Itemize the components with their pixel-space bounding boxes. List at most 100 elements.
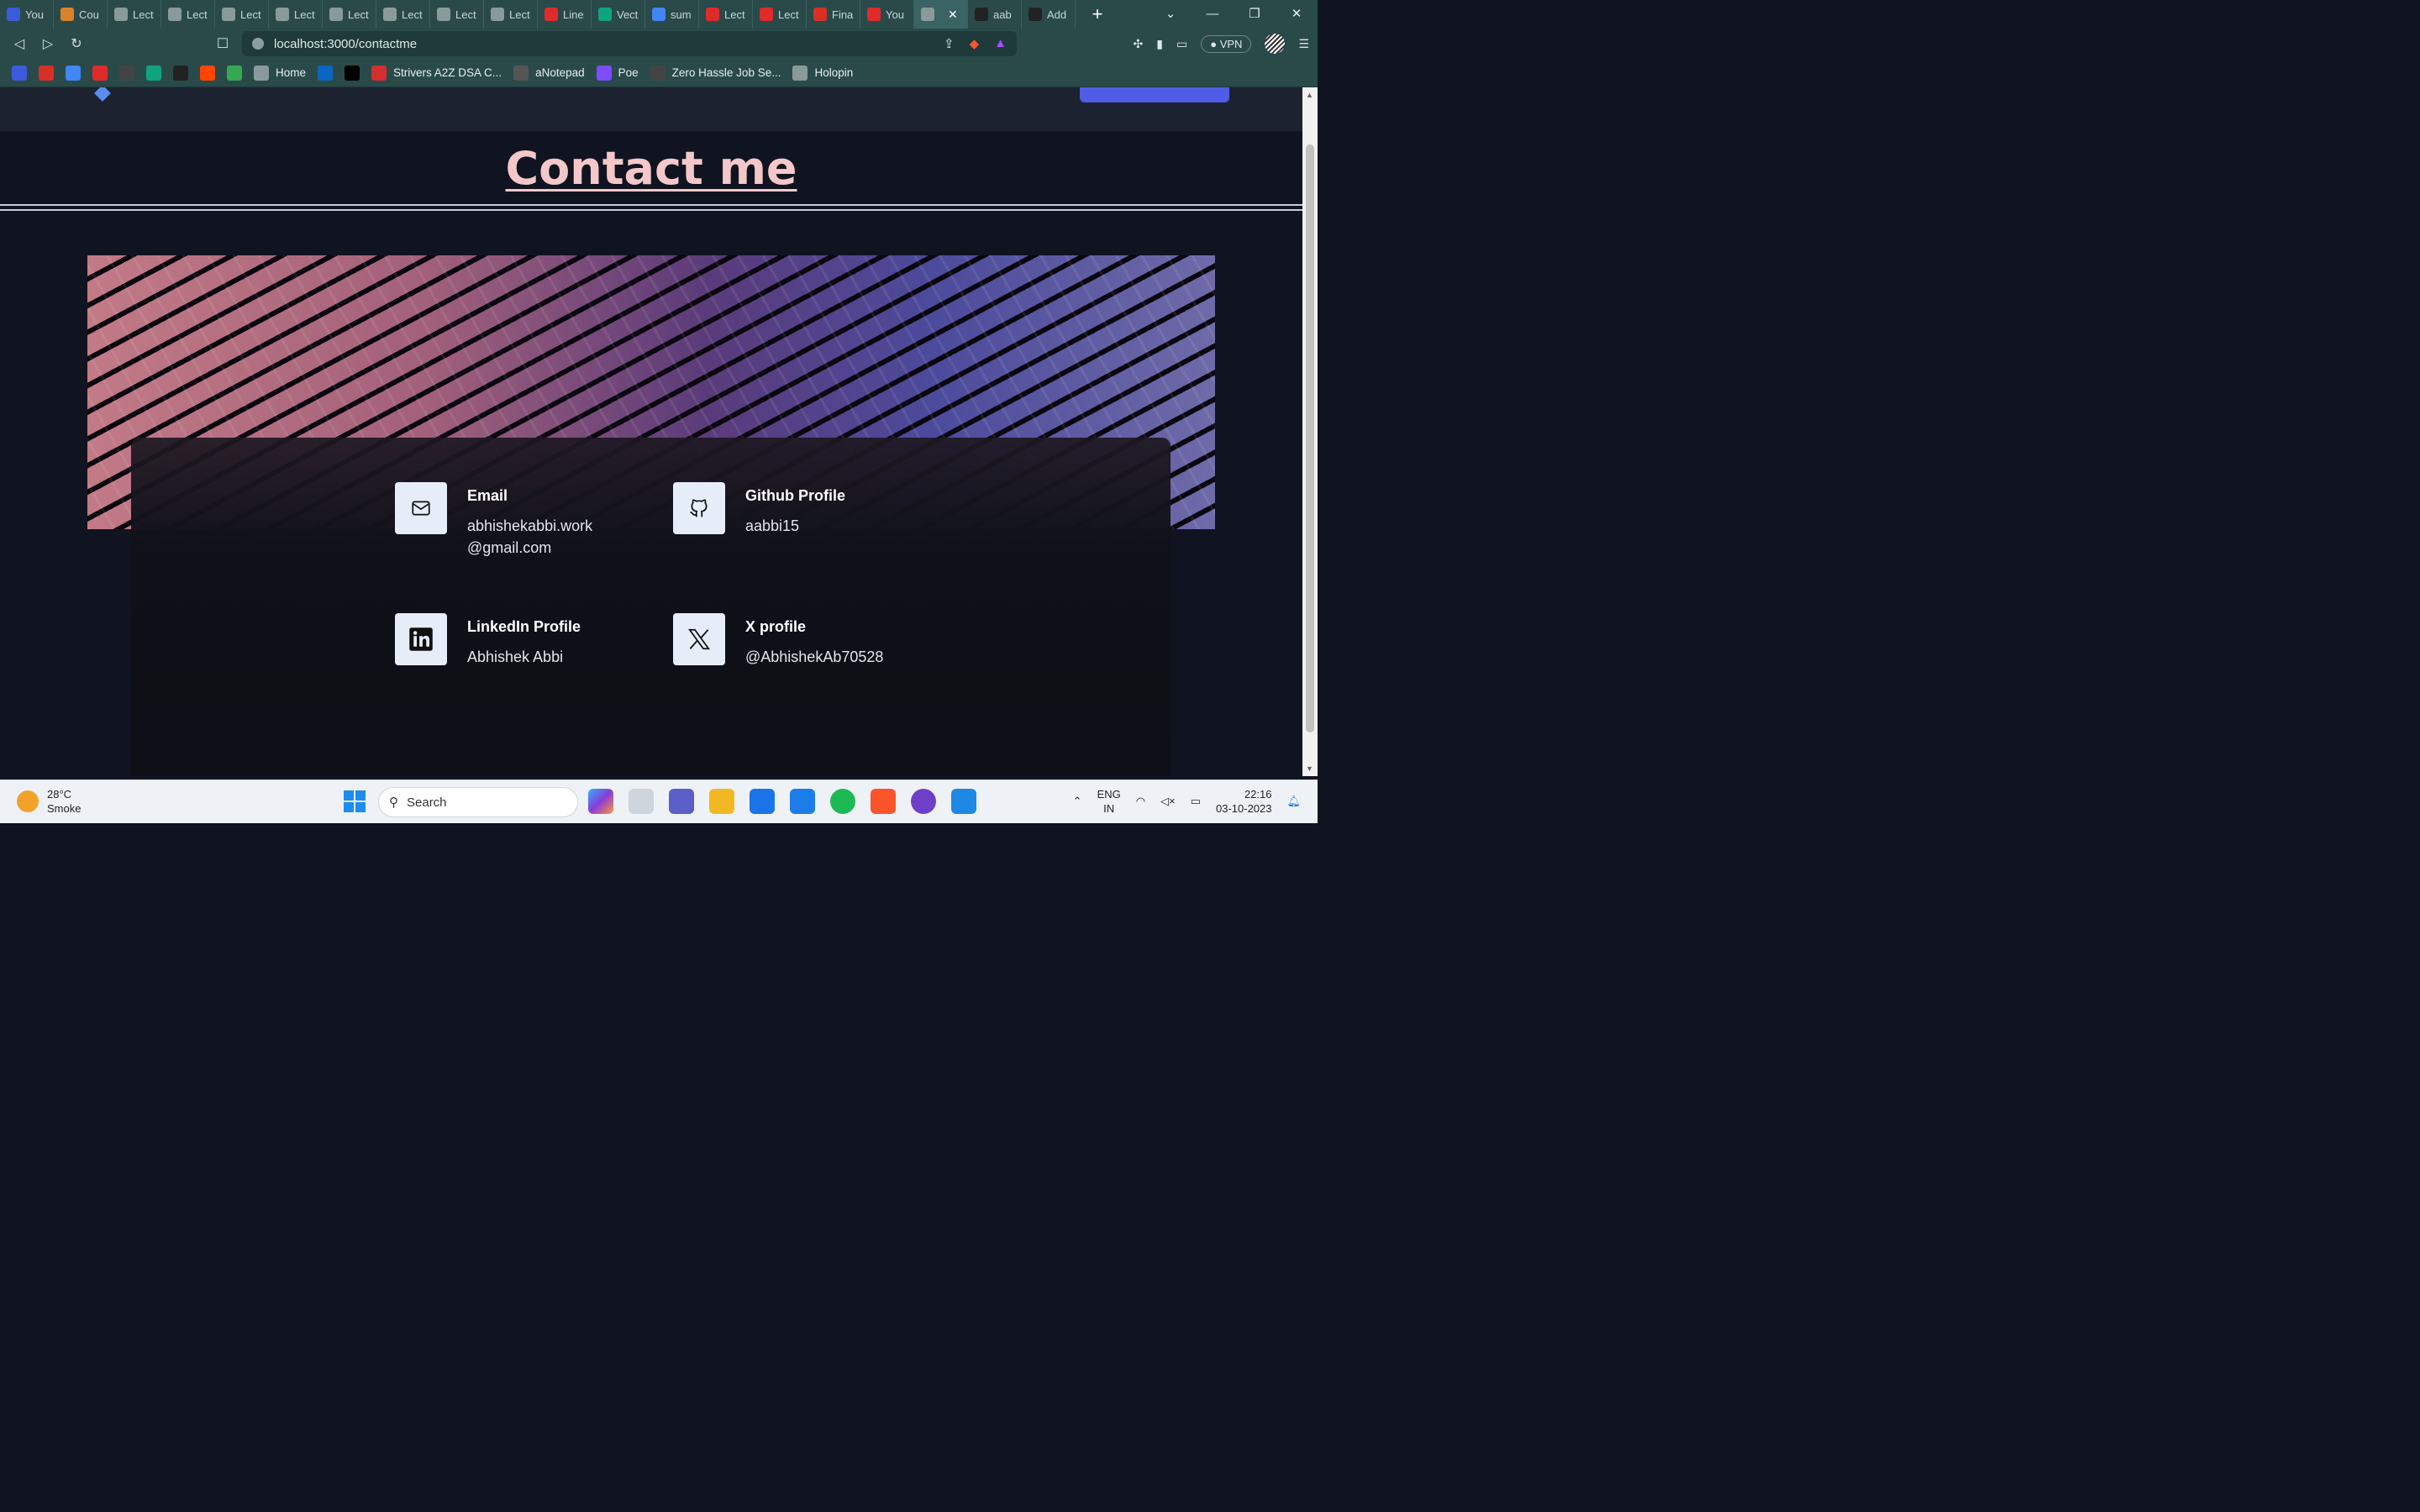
forward-icon[interactable]: ▷ [34, 35, 62, 52]
browser-tab[interactable]: Lect [108, 0, 161, 29]
navbar-cta-button[interactable] [1080, 87, 1229, 102]
spotify-icon[interactable] [830, 789, 855, 814]
scrollbar-thumb[interactable] [1306, 144, 1314, 732]
bookmark-item[interactable]: Strivers A2Z DSA C... [371, 65, 502, 81]
copilot-icon[interactable] [588, 789, 613, 814]
browser-tab[interactable]: Lect [699, 0, 753, 29]
browser-tab[interactable]: Lect [376, 0, 430, 29]
start-button[interactable] [344, 790, 366, 812]
browser-tab[interactable]: Lect [323, 0, 376, 29]
volume-icon[interactable]: ◁× [1160, 795, 1176, 808]
wifi-icon[interactable]: ◠ [1136, 795, 1145, 808]
vscode-icon[interactable] [951, 789, 976, 814]
bookmark-item[interactable] [119, 65, 134, 81]
vpn-label: VPN [1219, 37, 1243, 50]
notification-icon[interactable]: 🔔︎ [1286, 795, 1301, 808]
browser-tab[interactable]: Lect [161, 0, 215, 29]
page-scrollbar[interactable]: ▲ ▼ [1302, 87, 1318, 776]
browser-tab[interactable]: Cou [54, 0, 108, 29]
contact-x[interactable]: X profile @AbhishekAb70528 [673, 613, 883, 668]
bookmark-item[interactable] [12, 65, 27, 81]
chevron-up-icon[interactable]: ⌃ [1073, 795, 1082, 808]
address-bar[interactable]: localhost:3000/contactme ⇪ ◆ ▲ [242, 31, 1017, 56]
browser-tab[interactable]: Vect [592, 0, 645, 29]
browser-tab[interactable]: Lect [430, 0, 484, 29]
language-indicator[interactable]: ENG IN [1097, 787, 1121, 816]
brave-icon[interactable] [871, 789, 896, 814]
contact-github[interactable]: Github Profile aabbi15 [673, 482, 845, 537]
contact-email[interactable]: Email abhishekabbi.work @gmail.com [395, 482, 592, 559]
file-explorer-icon[interactable] [709, 789, 734, 814]
browser-tab[interactable]: You [860, 0, 914, 29]
app-icon[interactable] [790, 789, 815, 814]
scroll-up-icon[interactable]: ▲ [1306, 91, 1313, 99]
browser-tab[interactable]: Line [538, 0, 592, 29]
browser-tab[interactable]: Fina [807, 0, 860, 29]
bookmark-favicon-icon [173, 65, 188, 81]
share-icon[interactable]: ⇪ [944, 36, 955, 51]
tab-favicon-icon [491, 8, 504, 21]
browser-tab[interactable]: sum [645, 0, 699, 29]
wallet-icon[interactable]: ▭ [1176, 37, 1187, 51]
contact-value[interactable]: abhishekabbi.work @gmail.com [467, 515, 592, 559]
contact-linkedin[interactable]: LinkedIn Profile Abhishek Abbi [395, 613, 581, 668]
browser-tab[interactable]: Lect [484, 0, 538, 29]
bookmark-label: Home [276, 66, 307, 79]
minimize-icon[interactable]: — [1192, 0, 1234, 29]
browser-tab[interactable]: ✕ [914, 0, 968, 29]
close-window-icon[interactable]: ✕ [1276, 0, 1318, 29]
weather-widget[interactable]: 28°C Smoke [17, 787, 81, 816]
site-logo-icon[interactable] [94, 87, 111, 102]
tab-list-icon[interactable]: ⌄ [1150, 0, 1192, 29]
bookmark-icon[interactable]: ☐ [208, 35, 237, 52]
browser-tab[interactable]: Lect [753, 0, 807, 29]
search-icon: ⚲ [389, 795, 398, 810]
extensions-icon[interactable]: ✣ [1134, 37, 1144, 51]
battery-icon[interactable]: ▭ [1191, 795, 1201, 808]
brave-shields-icon[interactable]: ◆ [970, 36, 980, 51]
browser-tab[interactable]: Lect [269, 0, 323, 29]
sidebar-icon[interactable]: ▮ [1156, 37, 1163, 51]
bookmark-item[interactable] [345, 65, 360, 81]
bookmark-item[interactable]: Holopin [792, 65, 853, 81]
back-icon[interactable]: ◁ [5, 35, 34, 52]
brave-rewards-icon[interactable]: ▲ [994, 36, 1007, 51]
bookmark-item[interactable]: Poe [596, 65, 639, 81]
clock[interactable]: 22:16 03-10-2023 [1216, 787, 1272, 816]
contact-value[interactable]: Abhishek Abbi [467, 646, 581, 668]
bookmark-item[interactable] [92, 65, 108, 81]
github-desktop-icon[interactable] [911, 789, 936, 814]
browser-tab[interactable]: Lect [215, 0, 269, 29]
close-tab-icon[interactable]: ✕ [948, 8, 958, 22]
profile-avatar[interactable] [1265, 34, 1286, 54]
browser-tab[interactable]: aab [968, 0, 1022, 29]
github-icon [673, 482, 725, 534]
bookmark-item[interactable]: aNotepad [513, 65, 585, 81]
taskbar-search[interactable]: ⚲ Search [378, 787, 578, 817]
browser-tab[interactable]: You [0, 0, 54, 29]
bookmark-item[interactable] [200, 65, 215, 81]
restore-icon[interactable]: ❐ [1234, 0, 1276, 29]
reload-icon[interactable]: ↻ [62, 35, 91, 52]
app-icon[interactable] [750, 789, 775, 814]
bookmark-favicon-icon [119, 65, 134, 81]
contact-value[interactable]: @AbhishekAb70528 [745, 646, 883, 668]
bookmark-item[interactable]: Home [254, 65, 307, 81]
bookmark-item[interactable] [66, 65, 81, 81]
bookmark-item[interactable] [39, 65, 54, 81]
bookmark-item[interactable]: Zero Hassle Job Se... [650, 65, 781, 81]
teams-icon[interactable] [669, 789, 694, 814]
site-info-icon[interactable] [252, 38, 264, 50]
vpn-button[interactable]: ● VPN [1201, 34, 1252, 53]
bookmark-item[interactable] [227, 65, 242, 81]
bookmark-item[interactable] [173, 65, 188, 81]
contact-value[interactable]: aabbi15 [745, 515, 845, 537]
scroll-down-icon[interactable]: ▼ [1306, 764, 1313, 773]
bookmark-item[interactable] [318, 65, 334, 81]
bookmark-item[interactable] [146, 65, 161, 81]
task-view-icon[interactable] [629, 789, 654, 814]
new-tab-icon[interactable]: + [1082, 3, 1113, 25]
menu-icon[interactable]: ☰ [1298, 37, 1309, 51]
bookmark-favicon-icon [254, 65, 269, 81]
browser-tab[interactable]: Add [1022, 0, 1076, 29]
